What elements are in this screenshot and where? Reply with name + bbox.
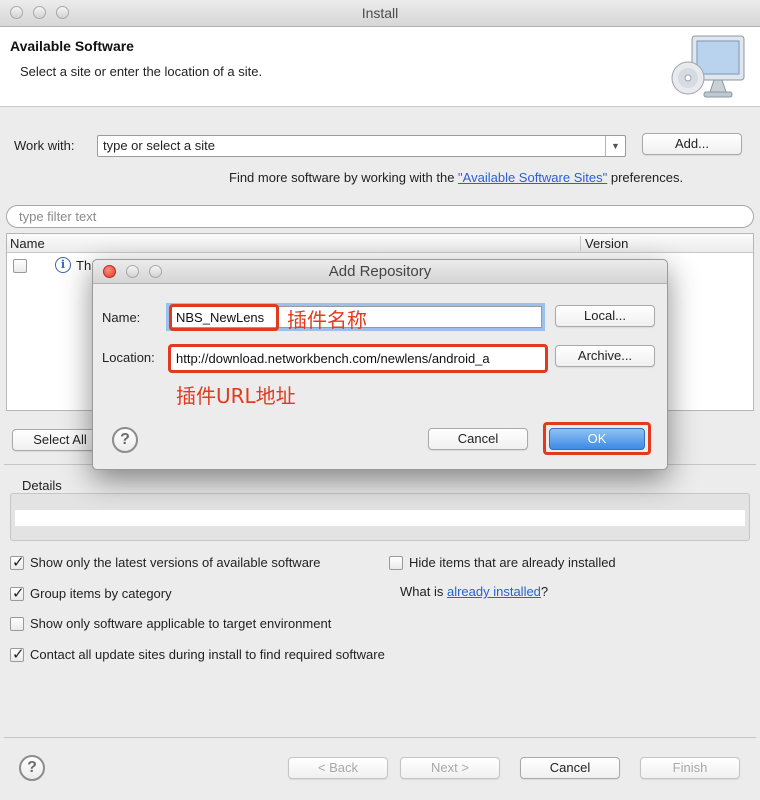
ok-highlight-box: OK bbox=[543, 422, 651, 455]
archive-button[interactable]: Archive... bbox=[555, 345, 655, 367]
hide-installed-checkbox[interactable] bbox=[389, 556, 403, 570]
group-by-category-label: Group items by category bbox=[30, 586, 172, 601]
location-value: http://download.networkbench.com/newlens… bbox=[176, 351, 490, 366]
details-text-area bbox=[15, 510, 745, 526]
table-row-checkbox[interactable] bbox=[13, 259, 27, 273]
page-title: Available Software bbox=[10, 38, 134, 54]
back-button[interactable]: < Back bbox=[288, 757, 388, 779]
find-more-prefix: Find more software by working with the bbox=[229, 170, 459, 185]
show-applicable-label: Show only software applicable to target … bbox=[30, 616, 332, 631]
column-header-version[interactable]: Version bbox=[585, 236, 628, 251]
filter-placeholder: type filter text bbox=[19, 209, 97, 224]
help-icon[interactable]: ? bbox=[19, 755, 45, 781]
add-site-button[interactable]: Add... bbox=[642, 133, 742, 155]
location-field[interactable]: http://download.networkbench.com/newlens… bbox=[168, 344, 548, 373]
name-highlight-box: NBS_NewLens bbox=[169, 304, 279, 331]
location-label: Location: bbox=[102, 350, 155, 365]
hide-installed-label: Hide items that are already installed bbox=[409, 555, 616, 570]
ok-button[interactable]: OK bbox=[549, 428, 645, 450]
work-with-label: Work with: bbox=[14, 138, 75, 153]
location-annotation: 插件URL地址 bbox=[176, 384, 296, 408]
filter-input[interactable]: type filter text bbox=[6, 205, 754, 228]
dropdown-arrow-icon[interactable]: ▼ bbox=[605, 136, 625, 156]
page-subtitle: Select a site or enter the location of a… bbox=[20, 64, 263, 79]
work-with-value: type or select a site bbox=[103, 138, 215, 153]
footer-divider bbox=[4, 737, 756, 738]
details-panel bbox=[10, 493, 750, 541]
show-latest-checkbox[interactable] bbox=[10, 553, 25, 571]
local-button[interactable]: Local... bbox=[555, 305, 655, 327]
name-label: Name: bbox=[102, 310, 141, 325]
cancel-button[interactable]: Cancel bbox=[520, 757, 620, 779]
name-value: NBS_NewLens bbox=[176, 310, 265, 325]
next-button[interactable]: Next > bbox=[400, 757, 500, 779]
what-is-installed-text: What is already installed? bbox=[400, 584, 548, 599]
already-installed-link[interactable]: already installed bbox=[447, 584, 541, 599]
dialog-cancel-button[interactable]: Cancel bbox=[428, 428, 528, 450]
dialog-titlebar: Add Repository bbox=[93, 260, 667, 284]
install-monitor-icon bbox=[671, 35, 745, 98]
window-titlebar: Install bbox=[0, 0, 760, 27]
what-is-suffix: ? bbox=[540, 584, 549, 599]
work-with-combo[interactable]: type or select a site ▼ bbox=[97, 135, 626, 157]
column-header-name[interactable]: Name bbox=[10, 236, 45, 251]
add-repository-dialog: Add Repository Name: NBS_NewLens 插件名称 Lo… bbox=[92, 259, 668, 470]
column-separator bbox=[580, 236, 581, 251]
show-applicable-checkbox[interactable] bbox=[10, 617, 24, 631]
details-label: Details bbox=[22, 478, 62, 493]
group-by-category-checkbox[interactable] bbox=[10, 584, 25, 602]
what-is-prefix: What is bbox=[400, 584, 447, 599]
dialog-help-icon[interactable]: ? bbox=[112, 427, 138, 453]
available-software-sites-link[interactable]: "Available Software Sites" bbox=[458, 170, 607, 185]
window-title: Install bbox=[361, 5, 399, 21]
dialog-title: Add Repository bbox=[328, 263, 432, 280]
find-more-text: Find more software by working with the "… bbox=[229, 170, 683, 185]
table-header: Name Version bbox=[7, 234, 753, 253]
wizard-banner: Available Software Select a site or ente… bbox=[0, 27, 760, 107]
finish-button[interactable]: Finish bbox=[640, 757, 740, 779]
table-row-label: Th bbox=[76, 258, 92, 273]
contact-sites-label: Contact all update sites during install … bbox=[30, 647, 385, 662]
contact-sites-checkbox[interactable] bbox=[10, 645, 25, 663]
show-latest-label: Show only the latest versions of availab… bbox=[30, 555, 321, 570]
find-more-suffix: preferences. bbox=[607, 170, 684, 185]
info-icon: i bbox=[55, 257, 71, 273]
name-annotation: 插件名称 bbox=[287, 308, 367, 332]
